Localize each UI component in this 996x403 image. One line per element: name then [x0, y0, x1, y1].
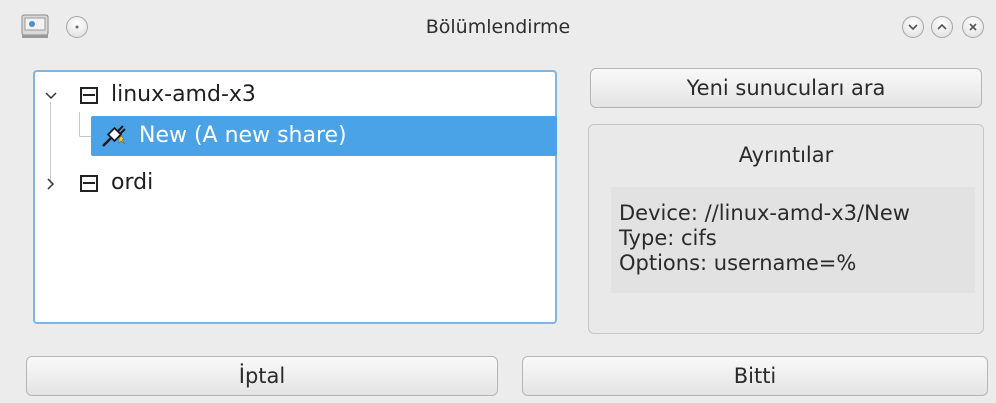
- tree-item-label: linux-amd-x3: [111, 82, 256, 107]
- maximize-icon: [937, 23, 947, 30]
- window-title: Bölümlendirme: [425, 16, 571, 38]
- maximize-button[interactable]: [931, 16, 953, 38]
- tree-item-linux-amd-x3[interactable]: linux-amd-x3: [35, 78, 555, 114]
- close-button[interactable]: [962, 16, 984, 38]
- minimize-icon: [908, 24, 918, 31]
- title-bar: Bölümlendirme: [0, 0, 996, 56]
- details-body: Device: //linux-amd-x3/New Type: cifs Op…: [611, 187, 975, 293]
- partition-dialog: Bölümlendirme linux-amd-x3 New (A new sh…: [0, 0, 996, 403]
- close-icon: [969, 23, 977, 31]
- tree-item-label: ordi: [111, 170, 154, 195]
- details-title: Ayrıntılar: [738, 143, 834, 167]
- chevron-down-icon[interactable]: [44, 89, 58, 103]
- details-type: Type: cifs: [619, 226, 717, 250]
- chevron-right-icon[interactable]: [44, 177, 58, 191]
- details-device: Device: //linux-amd-x3/New: [619, 201, 910, 225]
- search-new-servers-button[interactable]: Yeni sunucuları ara: [590, 68, 982, 108]
- computer-icon: [80, 87, 98, 104]
- share-icon: [102, 125, 126, 147]
- done-button[interactable]: Bitti: [522, 356, 988, 396]
- tree-item-label: New (A new share): [139, 123, 347, 148]
- details-panel: Ayrıntılar Device: //linux-amd-x3/New Ty…: [588, 124, 984, 334]
- minimize-button[interactable]: [902, 16, 924, 38]
- server-tree[interactable]: linux-amd-x3 New (A new share) ordi: [33, 70, 557, 324]
- tree-item-new-share[interactable]: New (A new share): [91, 116, 557, 156]
- details-options: Options: username=%: [619, 251, 857, 275]
- cancel-button[interactable]: İptal: [26, 356, 498, 396]
- tree-item-ordi[interactable]: ordi: [35, 166, 555, 202]
- computer-icon: [80, 175, 98, 192]
